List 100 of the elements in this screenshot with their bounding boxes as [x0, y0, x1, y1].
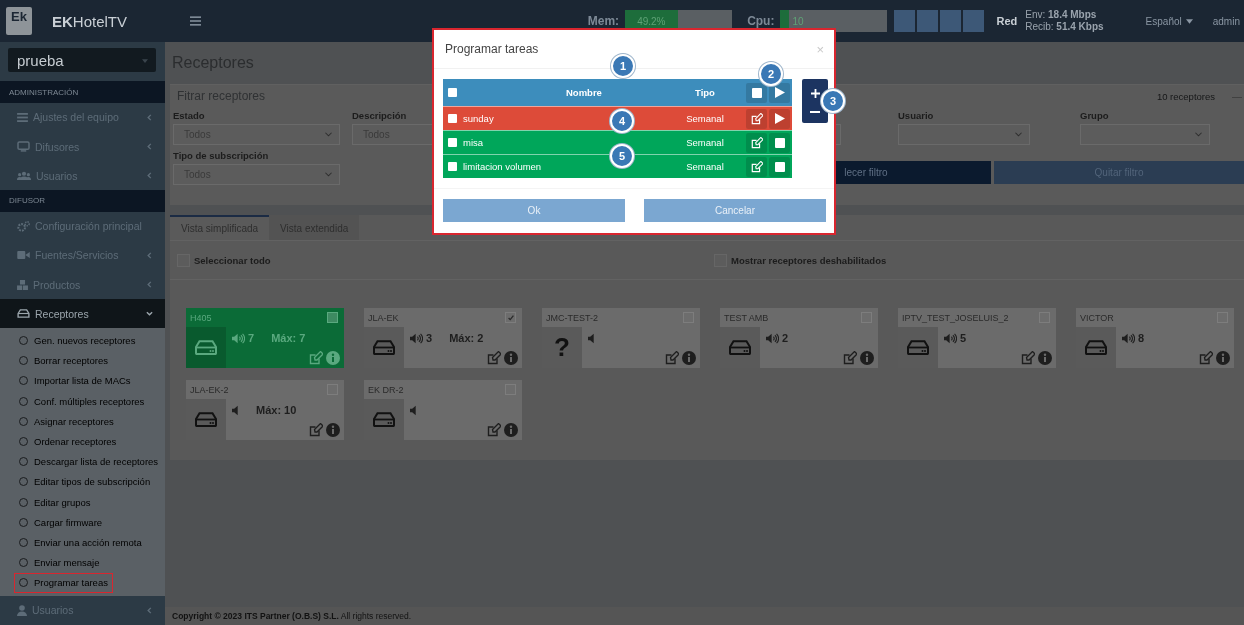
status-block	[894, 10, 916, 32]
submenu-item[interactable]: Conf. múltiples receptores	[0, 391, 165, 412]
memory-reading: 49.2%	[637, 15, 666, 27]
submenu-item[interactable]: Ordenar receptores	[0, 431, 165, 452]
caret-icon	[325, 132, 332, 137]
receiver-card[interactable]: VICTOR 8	[1076, 308, 1234, 368]
checkbox[interactable]	[448, 88, 457, 97]
edit-icon[interactable]	[665, 351, 679, 365]
menu-icon[interactable]	[190, 16, 202, 26]
volume-icon	[1122, 332, 1135, 344]
checkbox[interactable]	[448, 162, 457, 171]
receiver-card[interactable]: H405 7 Máx: 7	[186, 308, 344, 368]
stop-button[interactable]	[769, 132, 790, 153]
play-all-button[interactable]	[769, 82, 790, 103]
submenu-item[interactable]: Importar lista de MACs	[0, 370, 165, 391]
receiver-name: H405	[190, 312, 212, 323]
checkbox[interactable]	[505, 312, 516, 323]
edit-icon[interactable]	[309, 423, 323, 437]
submenu-item[interactable]: Enviar una acción remota	[0, 532, 165, 553]
volume-level: 8	[1138, 332, 1145, 344]
receiver-icon	[1084, 340, 1108, 355]
checkbox[interactable]	[448, 138, 457, 147]
info-icon[interactable]	[504, 351, 518, 365]
task-type: Semanal	[685, 137, 725, 148]
callout-marker: 3	[821, 89, 845, 113]
speaker-icon	[588, 332, 595, 344]
submenu-item[interactable]: Editar grupos	[0, 491, 165, 513]
receiver-name: JLA-EK-2	[190, 384, 229, 395]
info-icon[interactable]	[682, 351, 696, 365]
unknown-device-glyph: ?	[554, 332, 570, 363]
max-volume: Máx: 2	[449, 332, 484, 344]
edit-icon[interactable]	[487, 423, 501, 437]
user-menu[interactable]: admin	[1212, 15, 1240, 27]
info-icon[interactable]	[326, 423, 340, 437]
submenu-item[interactable]: Asignar receptores	[0, 411, 165, 432]
language-menu[interactable]: Español	[1145, 15, 1193, 27]
edit-icon[interactable]	[1021, 351, 1035, 365]
dialog-button[interactable]: Ok	[443, 199, 625, 222]
submenu-item[interactable]: Borrar receptores	[0, 350, 165, 371]
info-icon[interactable]	[1216, 351, 1230, 365]
callout-marker: 1	[611, 54, 635, 78]
edit-button[interactable]	[746, 108, 767, 129]
receiver-name: VICTOR	[1080, 312, 1114, 323]
volume-icon	[232, 332, 245, 344]
submenu-item[interactable]: Enviar mensaje	[0, 552, 165, 573]
submenu-item[interactable]: Descargar lista de receptores	[0, 451, 165, 472]
status-block	[963, 10, 985, 32]
receiver-card[interactable]: EK DR-2	[364, 380, 522, 440]
stop-all-button[interactable]	[746, 82, 767, 103]
user-icon	[17, 604, 27, 616]
receiver-icon	[372, 412, 396, 427]
task-type: Semanal	[685, 161, 725, 172]
close-button[interactable]: ×	[816, 41, 824, 57]
sidebar-section-header: ADMINISTRACIÓN	[0, 81, 165, 103]
site-selector[interactable]: prueba	[8, 48, 156, 73]
receiver-card[interactable]: TEST AMB 2	[720, 308, 878, 368]
edit-icon[interactable]	[487, 351, 501, 365]
receiver-card[interactable]: JMC-TEST-2 ?	[542, 308, 700, 368]
select-field[interactable]	[898, 124, 1030, 145]
volume-level: 5	[960, 332, 967, 344]
caret-icon	[1195, 132, 1202, 137]
edit-button[interactable]	[746, 156, 767, 177]
sidebar-item[interactable]: Receptores	[0, 299, 165, 329]
submenu-item[interactable]: Editar tipos de subscripción	[0, 471, 165, 492]
callout-marker: 2	[759, 62, 783, 86]
task-name: limitacion volumen	[463, 161, 542, 172]
checkbox[interactable]	[327, 312, 338, 323]
submenu-item[interactable]: Gen. nuevos receptores	[0, 330, 165, 351]
stop-button[interactable]	[769, 156, 790, 177]
checkbox[interactable]	[448, 114, 457, 123]
info-icon[interactable]	[504, 423, 518, 437]
volume-icon	[944, 332, 957, 344]
edit-icon[interactable]	[843, 351, 857, 365]
collapse-toggle[interactable]: —	[1232, 90, 1242, 102]
stop-icon	[751, 87, 762, 98]
volume-icon	[766, 332, 779, 344]
list-icon	[17, 112, 28, 122]
dialog-button[interactable]: Cancelar	[644, 199, 826, 222]
app-title: EKHotelTV	[52, 12, 128, 30]
receiver-card[interactable]: JLA-EK-2 Máx: 10	[186, 380, 344, 440]
submenu-item[interactable]: Programar tareas	[14, 572, 113, 593]
minus-icon[interactable]	[810, 110, 820, 113]
info-icon[interactable]	[326, 351, 340, 365]
select-field[interactable]	[1080, 124, 1210, 145]
speaker-icon	[232, 404, 239, 416]
caret-icon	[142, 59, 148, 63]
plus-icon[interactable]	[810, 89, 820, 99]
info-icon[interactable]	[1038, 351, 1052, 365]
receiver-card[interactable]: IPTV_TEST_JOSELUIS_2 5	[898, 308, 1056, 368]
column-header: Tipo	[694, 87, 716, 98]
edit-button[interactable]	[746, 132, 767, 153]
status-block	[940, 10, 962, 32]
max-volume: Máx: 7	[271, 332, 306, 344]
edit-icon	[750, 112, 763, 125]
play-button[interactable]	[769, 108, 790, 129]
edit-icon[interactable]	[309, 351, 323, 365]
submenu-item[interactable]: Cargar firmware	[0, 512, 165, 533]
receiver-icon	[372, 340, 396, 355]
edit-icon[interactable]	[1199, 351, 1213, 365]
info-icon[interactable]	[860, 351, 874, 365]
